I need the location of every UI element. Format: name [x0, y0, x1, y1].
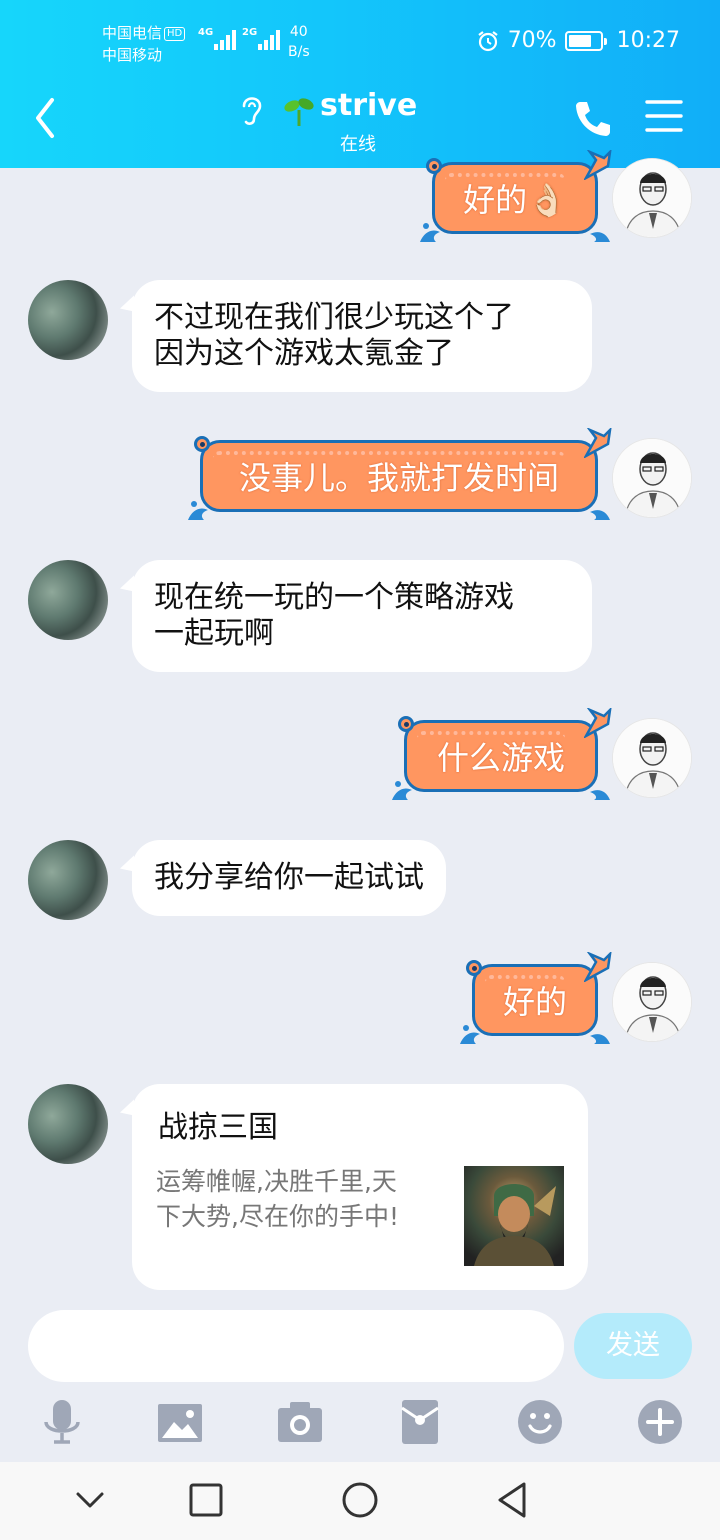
square-icon	[189, 1483, 223, 1517]
signal-label-2: 2G	[242, 27, 258, 38]
message-bubble-sent[interactable]: 好的👌🏻	[418, 150, 612, 246]
camera-icon	[278, 1402, 322, 1442]
my-avatar[interactable]	[612, 158, 692, 238]
carrier-2: 中国移动	[102, 46, 163, 64]
phone-icon	[576, 102, 610, 136]
message-input[interactable]	[28, 1310, 564, 1382]
menu-button[interactable]	[644, 98, 684, 134]
emoji-button[interactable]	[516, 1398, 564, 1446]
message-bubble-sent[interactable]: 什么游戏	[390, 708, 612, 804]
status-right: 70% 10:27	[476, 28, 680, 53]
back-arrow-icon	[36, 98, 54, 138]
chat-title[interactable]: strive 在线	[236, 88, 486, 158]
triangle-back-icon	[498, 1482, 526, 1518]
alarm-icon	[478, 30, 498, 51]
avatar-image	[613, 719, 691, 797]
share-card-description: 运筹帷幄,决胜千里,天 下大势,尽在你的手中!	[156, 1164, 428, 1234]
avatar-image	[613, 159, 691, 237]
message-bubble-sent[interactable]: 好的	[458, 952, 612, 1048]
message-line: 不过现在我们很少玩这个了	[154, 300, 514, 335]
back-button[interactable]	[28, 96, 68, 140]
menu-icon	[645, 100, 683, 132]
home-button[interactable]	[340, 1480, 380, 1520]
more-button[interactable]	[636, 1398, 684, 1446]
back-nav-button[interactable]	[492, 1480, 532, 1520]
battery-percent: 70%	[507, 28, 557, 53]
system-navigation-bar	[0, 1462, 720, 1540]
message-line: 我分享给你一起试试	[154, 860, 424, 895]
message-line: 一起玩啊	[154, 616, 274, 651]
network-speed: 40 B/s	[288, 22, 310, 62]
input-toolbar	[0, 1390, 720, 1462]
carrier-1: 中国电信	[102, 24, 163, 42]
plus-icon	[638, 1400, 682, 1444]
red-packet-button[interactable]	[396, 1398, 444, 1446]
contact-avatar[interactable]	[28, 280, 108, 360]
message-text: 好的	[502, 983, 567, 1021]
message-text: 什么游戏	[436, 739, 565, 777]
contact-avatar[interactable]	[28, 840, 108, 920]
share-card-desc-line: 下大势,尽在你的手中!	[156, 1202, 399, 1231]
hide-keyboard-button[interactable]	[70, 1480, 110, 1520]
hd-badge: HD	[164, 27, 186, 41]
ear-icon	[242, 97, 262, 125]
my-avatar[interactable]	[612, 438, 692, 518]
share-card[interactable]: 战掠三国 运筹帷幄,决胜千里,天 下大势,尽在你的手中!	[132, 1084, 588, 1290]
call-button[interactable]	[572, 96, 612, 140]
message-text: 好的👌🏻	[463, 181, 567, 219]
share-card-title: 战掠三国	[158, 1110, 278, 1145]
image-button[interactable]	[156, 1398, 204, 1446]
voice-button[interactable]	[38, 1398, 86, 1446]
red-packet-icon	[401, 1400, 439, 1444]
recents-button[interactable]	[186, 1480, 226, 1520]
avatar-image	[613, 963, 691, 1041]
microphone-icon	[44, 1400, 80, 1444]
chevron-down-icon	[76, 1492, 104, 1508]
clock: 10:27	[616, 28, 680, 53]
avatar-image	[613, 439, 691, 517]
message-text: 没事儿。我就打发时间	[238, 459, 559, 497]
message-bubble-sent[interactable]: 没事儿。我就打发时间	[186, 428, 612, 524]
share-card-desc-line: 运筹帷幄,决胜千里,天	[156, 1167, 397, 1196]
carrier-info: 中国电信 HD 中国移动	[102, 22, 186, 66]
emoji-icon	[518, 1400, 562, 1444]
speed-value: 40	[289, 24, 308, 40]
message-line: 现在统一玩的一个策略游戏	[154, 580, 514, 615]
speed-unit: B/s	[288, 44, 310, 60]
online-status: 在线	[340, 134, 376, 155]
message-bubble-received[interactable]: 现在统一玩的一个策略游戏 一起玩啊	[132, 560, 592, 672]
battery-icon	[564, 30, 607, 51]
my-avatar[interactable]	[612, 718, 692, 798]
contact-avatar[interactable]	[28, 1084, 108, 1164]
contact-avatar[interactable]	[28, 560, 108, 640]
contact-name: strive	[320, 88, 418, 123]
chat-header: 中国电信 HD 中国移动 4G 2G 40 B/s 70% 10:27 striv…	[0, 0, 720, 168]
send-button[interactable]: 发送	[574, 1313, 692, 1379]
share-card-thumbnail	[464, 1166, 564, 1266]
sprout-icon	[284, 98, 314, 126]
camera-button[interactable]	[276, 1398, 324, 1446]
circle-icon	[342, 1482, 378, 1518]
message-line: 因为这个游戏太氪金了	[154, 336, 454, 371]
signal-label-1: 4G	[198, 27, 214, 38]
my-avatar[interactable]	[612, 962, 692, 1042]
message-bubble-received[interactable]: 不过现在我们很少玩这个了 因为这个游戏太氪金了	[132, 280, 592, 392]
message-bubble-received[interactable]: 我分享给你一起试试	[132, 840, 446, 916]
image-icon	[158, 1404, 202, 1442]
